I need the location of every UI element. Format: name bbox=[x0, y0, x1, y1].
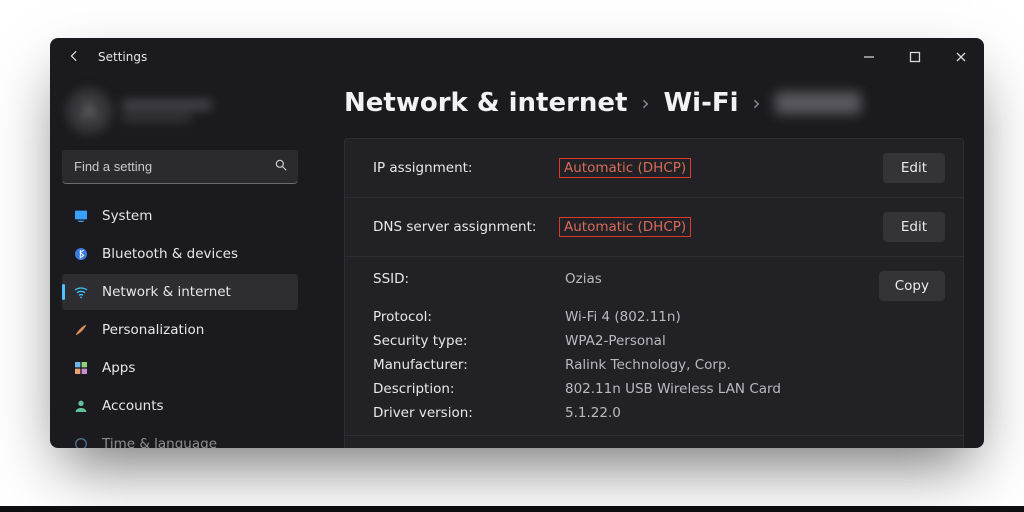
wifi-details: SSID: Ozias Copy Protocol: Wi-Fi 4 (802.… bbox=[345, 256, 963, 435]
detail-label: SSID: bbox=[373, 271, 559, 301]
detail-value-manufacturer: Ralink Technology, Corp. bbox=[565, 357, 873, 373]
detail-label: Security type: bbox=[373, 333, 559, 349]
breadcrumb-mid[interactable]: Wi-Fi bbox=[663, 88, 738, 118]
detail-label: Protocol: bbox=[373, 309, 559, 325]
search-input[interactable] bbox=[62, 150, 298, 184]
settings-panel: IP assignment: Automatic (DHCP) Edit DNS… bbox=[344, 138, 964, 448]
sidebar-item-label: System bbox=[102, 208, 152, 224]
globe-icon bbox=[72, 435, 90, 448]
breadcrumb-root[interactable]: Network & internet bbox=[344, 88, 627, 118]
close-button[interactable] bbox=[938, 38, 984, 76]
sidebar-item-label: Time & language bbox=[102, 436, 217, 448]
back-icon[interactable] bbox=[68, 48, 82, 67]
breadcrumb: Network & internet › Wi-Fi › bbox=[344, 88, 964, 118]
detail-value-security: WPA2-Personal bbox=[565, 333, 873, 349]
settings-window: Settings System bbox=[50, 38, 984, 448]
maximize-button[interactable] bbox=[892, 38, 938, 76]
dns-assignment-value: Automatic (DHCP) bbox=[559, 217, 883, 237]
ip-assignment-row: IP assignment: Automatic (DHCP) Edit bbox=[345, 139, 963, 197]
chevron-right-icon: › bbox=[641, 91, 649, 115]
sidebar-item-label: Accounts bbox=[102, 398, 164, 414]
sidebar-item-label: Personalization bbox=[102, 322, 204, 338]
main-content: Network & internet › Wi-Fi › IP assignme… bbox=[310, 82, 984, 448]
sidebar-item-personalization[interactable]: Personalization bbox=[62, 312, 298, 348]
chevron-right-icon: › bbox=[753, 91, 761, 115]
sidebar-item-bluetooth[interactable]: Bluetooth & devices bbox=[62, 236, 298, 272]
detail-value-description: 802.11n USB Wireless LAN Card bbox=[565, 381, 873, 397]
titlebar: Settings bbox=[50, 38, 984, 76]
edit-dns-button[interactable]: Edit bbox=[883, 212, 945, 242]
sidebar-item-label: Bluetooth & devices bbox=[102, 246, 238, 262]
dns-assignment-row: DNS server assignment: Automatic (DHCP) … bbox=[345, 197, 963, 256]
sidebar: System Bluetooth & devices Network & int… bbox=[50, 76, 310, 448]
edit-ip-button[interactable]: Edit bbox=[883, 153, 945, 183]
detail-label: Manufacturer: bbox=[373, 357, 559, 373]
app-title: Settings bbox=[98, 50, 147, 64]
search-icon bbox=[274, 157, 288, 176]
dns-assignment-label: DNS server assignment: bbox=[373, 219, 559, 235]
sidebar-item-label: Network & internet bbox=[102, 284, 231, 300]
sidebar-item-system[interactable]: System bbox=[62, 198, 298, 234]
brush-icon bbox=[72, 321, 90, 339]
minimize-button[interactable] bbox=[846, 38, 892, 76]
detail-value-ssid: Ozias bbox=[565, 271, 873, 301]
apps-icon bbox=[72, 359, 90, 377]
search-field[interactable] bbox=[74, 159, 264, 174]
breadcrumb-leaf bbox=[775, 92, 861, 114]
system-icon bbox=[72, 207, 90, 225]
sidebar-item-network[interactable]: Network & internet bbox=[62, 274, 298, 310]
user-profile[interactable] bbox=[62, 82, 298, 150]
sidebar-item-label: Apps bbox=[102, 360, 135, 376]
ip-assignment-label: IP assignment: bbox=[373, 160, 559, 176]
sidebar-nav: System Bluetooth & devices Network & int… bbox=[62, 198, 298, 448]
detail-value-protocol: Wi-Fi 4 (802.11n) bbox=[565, 309, 873, 325]
ip-assignment-value: Automatic (DHCP) bbox=[559, 158, 883, 178]
detail-value-driver: 5.1.22.0 bbox=[565, 405, 873, 421]
bluetooth-icon bbox=[72, 245, 90, 263]
wifi-icon bbox=[72, 283, 90, 301]
network-band-section: Network band: 2.4 GHz Network channel: 1… bbox=[345, 435, 963, 448]
sidebar-item-apps[interactable]: Apps bbox=[62, 350, 298, 386]
avatar bbox=[66, 88, 112, 134]
sidebar-item-accounts[interactable]: Accounts bbox=[62, 388, 298, 424]
sidebar-item-time[interactable]: Time & language bbox=[62, 426, 298, 448]
detail-label: Description: bbox=[373, 381, 559, 397]
person-icon bbox=[72, 397, 90, 415]
detail-label: Driver version: bbox=[373, 405, 559, 421]
copy-button[interactable]: Copy bbox=[879, 271, 945, 301]
